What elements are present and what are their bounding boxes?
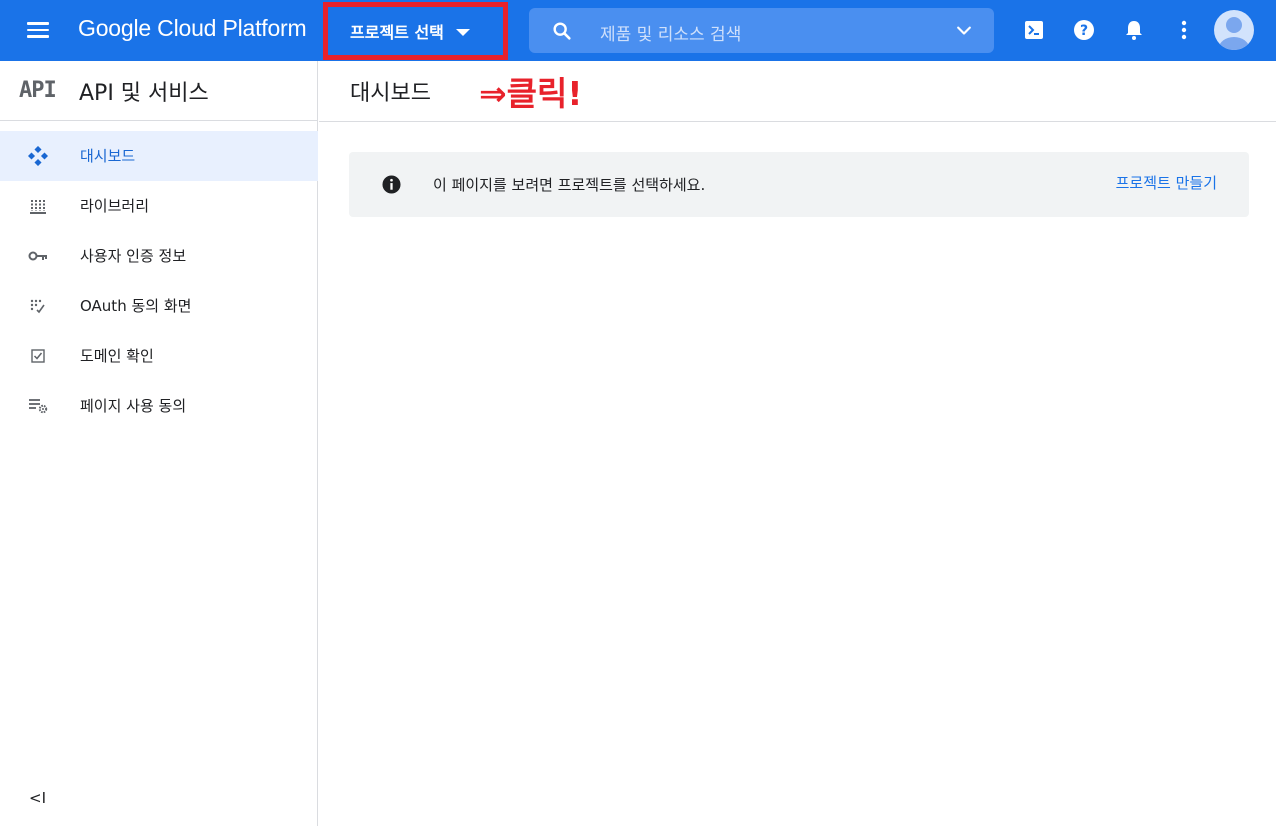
sidebar-item-page-usage-agreements[interactable]: 페이지 사용 동의: [0, 381, 318, 431]
sidebar-item-label: 대시보드: [80, 147, 136, 165]
sidebar-header: API API 및 서비스: [0, 61, 318, 121]
cloud-shell-icon[interactable]: [1020, 16, 1048, 44]
menu-icon[interactable]: [18, 10, 58, 50]
project-select-label: 프로젝트 선택: [350, 23, 444, 42]
oauth-consent-icon: [28, 296, 48, 316]
sidebar-item-oauth-consent[interactable]: OAuth 동의 화면: [0, 281, 318, 331]
collapse-sidebar-icon[interactable]: <I: [29, 789, 49, 809]
account-avatar[interactable]: [1214, 10, 1254, 50]
page-title: 대시보드: [350, 81, 431, 106]
search-icon: [553, 22, 571, 40]
more-vert-icon[interactable]: [1170, 16, 1198, 44]
select-project-banner: 이 페이지를 보려면 프로젝트를 선택하세요. 프로젝트 만들기: [349, 152, 1249, 217]
create-project-link[interactable]: 프로젝트 만들기: [1116, 172, 1217, 193]
sidebar-item-library[interactable]: 라이브러리: [0, 181, 318, 231]
sidebar-title: API 및 서비스: [79, 81, 209, 106]
sidebar-nav: 대시보드 라이브러리 사용자 인증 정보 OAuth 동의 화면 도메인 확인 …: [0, 131, 318, 431]
search-placeholder: 제품 및 리소스 검색: [600, 25, 742, 45]
dashboard-icon: [28, 146, 48, 166]
library-icon: [28, 196, 48, 216]
sidebar-item-credentials[interactable]: 사용자 인증 정보: [0, 231, 318, 281]
banner-message: 이 페이지를 보려면 프로젝트를 선택하세요.: [433, 176, 706, 194]
svg-text:?: ?: [1080, 23, 1088, 39]
project-select-button[interactable]: 프로젝트 선택: [323, 2, 508, 60]
help-icon[interactable]: ?: [1070, 16, 1098, 44]
sidebar-item-label: OAuth 동의 화면: [80, 297, 192, 315]
top-app-bar: Google Cloud Platform 프로젝트 선택 제품 및 리소스 검…: [0, 0, 1276, 61]
sidebar-item-label: 라이브러리: [80, 197, 150, 215]
domain-check-icon: [28, 346, 48, 366]
chevron-down-icon[interactable]: [954, 21, 974, 41]
sidebar-item-label: 사용자 인증 정보: [80, 247, 187, 265]
brand-title[interactable]: Google Cloud Platform: [78, 15, 307, 42]
notifications-icon[interactable]: [1120, 16, 1148, 44]
main-header: 대시보드 ⇒클릭!: [319, 61, 1276, 122]
click-annotation: ⇒클릭!: [479, 74, 583, 113]
sidebar: API API 및 서비스 대시보드 라이브러리 사용자 인증 정보 OAuth…: [0, 61, 318, 826]
sidebar-item-dashboard[interactable]: 대시보드: [0, 131, 318, 181]
key-icon: [28, 246, 48, 266]
sidebar-item-label: 페이지 사용 동의: [80, 397, 187, 415]
info-icon: [382, 175, 401, 194]
search-bar[interactable]: 제품 및 리소스 검색: [529, 8, 994, 53]
api-logo-icon: API: [19, 78, 57, 103]
sidebar-item-domain-verification[interactable]: 도메인 확인: [0, 331, 318, 381]
dropdown-caret-icon: [455, 29, 470, 36]
sidebar-item-label: 도메인 확인: [80, 347, 154, 365]
page-usage-settings-icon: [28, 396, 48, 416]
